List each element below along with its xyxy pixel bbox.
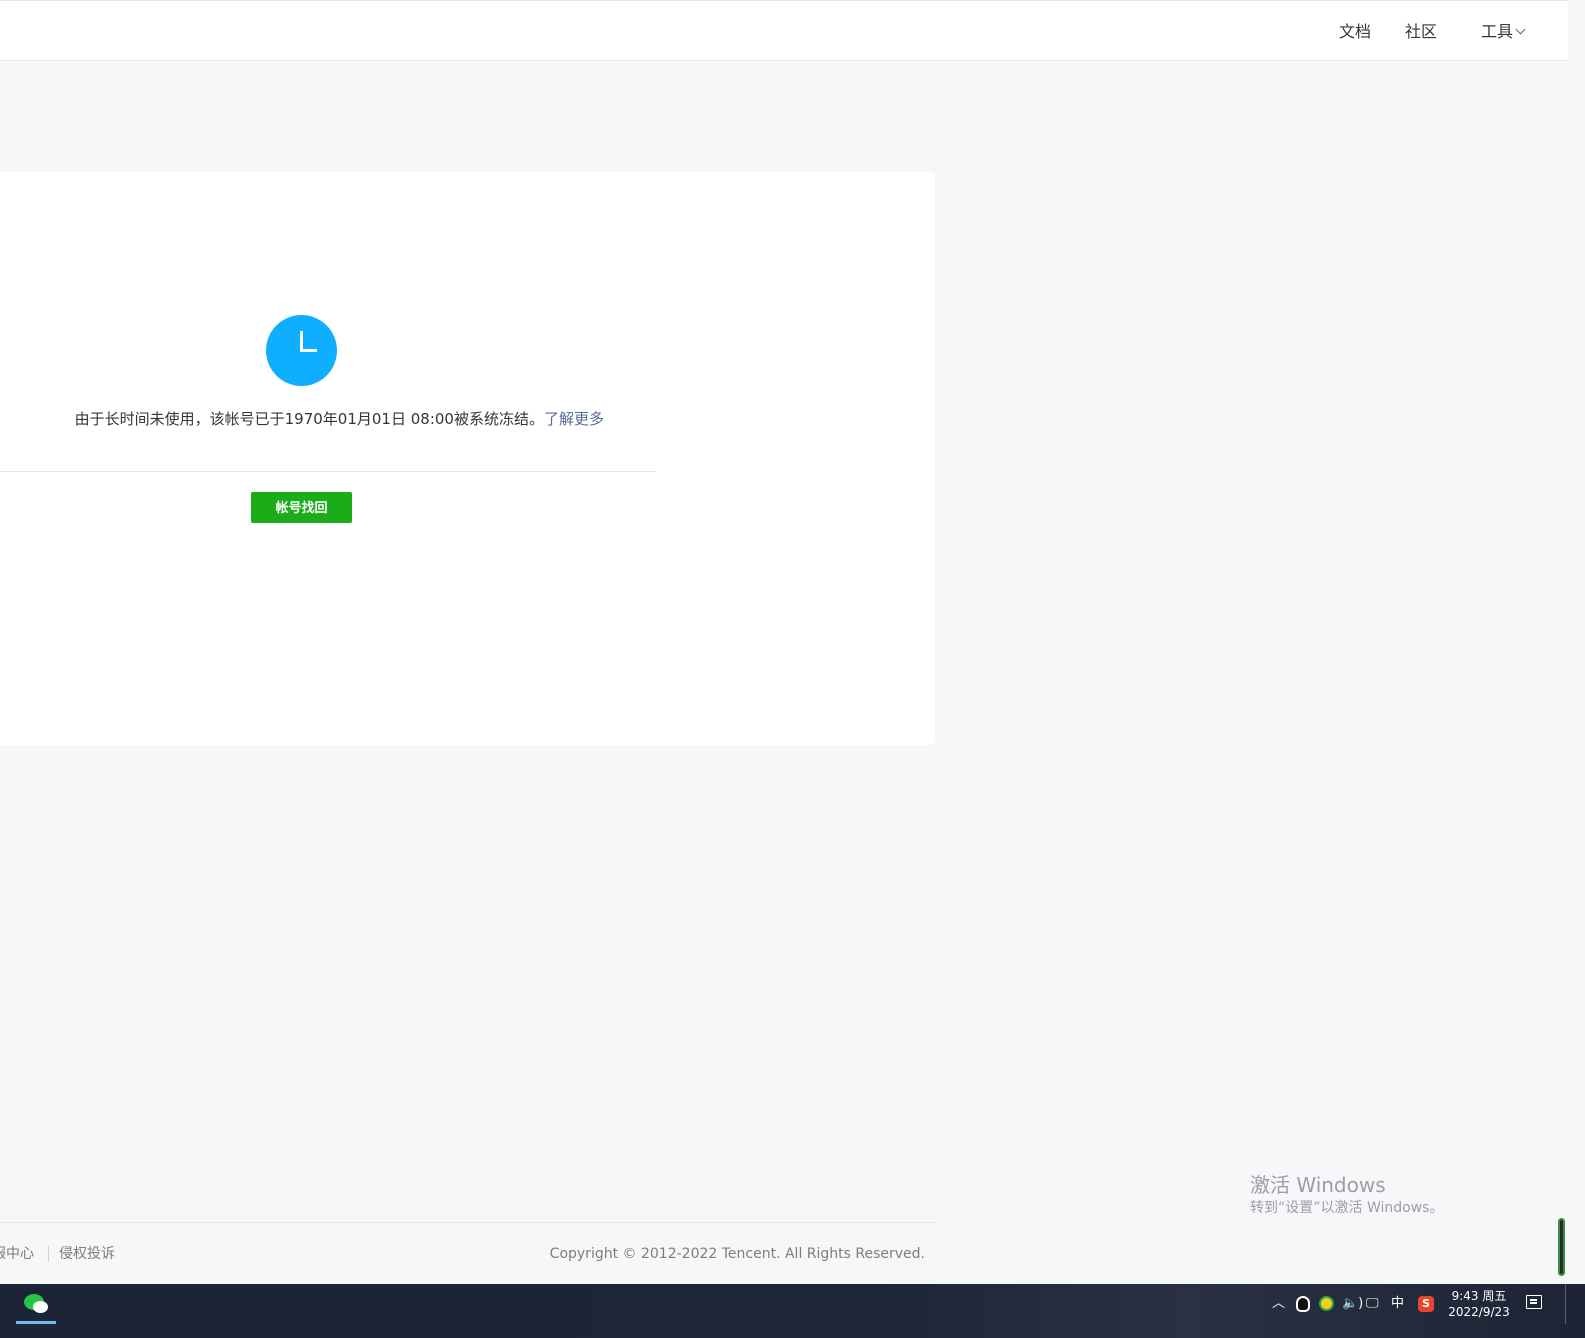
frozen-message-text: 由于长时间未使用，该帐号已于1970年01月01日 08:00被系统冻结。 (74, 410, 544, 428)
security-360-icon[interactable] (1319, 1296, 1334, 1311)
windows-activation-watermark: 激活 Windows 转到“设置”以激活 Windows。 (1250, 1172, 1443, 1218)
page-scrollbar[interactable] (1568, 0, 1585, 1284)
windows-taskbar: ︿ 🔈) 🖵 中 S 9:43 周五 2022/9/23 (0, 1284, 1585, 1338)
nav-tools-label: 工具 (1481, 22, 1514, 41)
input-method-indicator[interactable]: 中 (1391, 1294, 1404, 1314)
clock-date: 2022/9/23 (1448, 1305, 1510, 1319)
notification-center-icon[interactable] (1526, 1295, 1542, 1309)
copyright-text: Copyright © 2012-2022 Tencent. All Right… (549, 1246, 925, 1262)
chevron-up-icon[interactable]: ︿ (1272, 1294, 1285, 1314)
footer-service-center-link[interactable]: 服中心 (0, 1244, 34, 1264)
nav-community-link[interactable]: 社区 (1405, 21, 1437, 43)
account-recovery-button[interactable]: 帐号找回 (251, 492, 352, 523)
frozen-account-card: 由于长时间未使用，该帐号已于1970年01月01日 08:00被系统冻结。了解更… (0, 172, 935, 745)
chevron-down-icon (1515, 24, 1526, 35)
taskbar-clock[interactable]: 9:43 周五 2022/9/23 (1446, 1288, 1512, 1320)
activation-subtitle: 转到“设置”以激活 Windows。 (1250, 1200, 1444, 1216)
show-desktop-button[interactable] (1565, 1284, 1566, 1324)
divider (0, 471, 656, 472)
qq-icon[interactable] (1296, 1296, 1310, 1312)
footer-separator (48, 1246, 49, 1262)
footer-complaint-link[interactable]: 侵权投诉 (59, 1244, 115, 1264)
nav-docs-link[interactable]: 文档 (1339, 21, 1371, 43)
sogou-icon[interactable]: S (1418, 1296, 1434, 1312)
top-navigation-bar: 文档 社区 工具 (0, 0, 1568, 61)
frozen-message: 由于长时间未使用，该帐号已于1970年01月01日 08:00被系统冻结。了解更… (0, 408, 604, 430)
clock-icon (266, 315, 337, 386)
network-icon[interactable]: 🖵 (1366, 1294, 1379, 1314)
footer-divider (0, 1222, 935, 1223)
volume-icon[interactable]: 🔈) (1342, 1294, 1363, 1314)
learn-more-link[interactable]: 了解更多 (544, 410, 604, 428)
activation-title: 激活 Windows (1250, 1173, 1386, 1197)
taskbar-wechat-button[interactable] (16, 1284, 56, 1324)
clock-time: 9:43 周五 (1451, 1289, 1507, 1303)
scroll-thumb[interactable] (1558, 1218, 1565, 1276)
nav-tools-dropdown[interactable]: 工具 (1481, 21, 1526, 43)
